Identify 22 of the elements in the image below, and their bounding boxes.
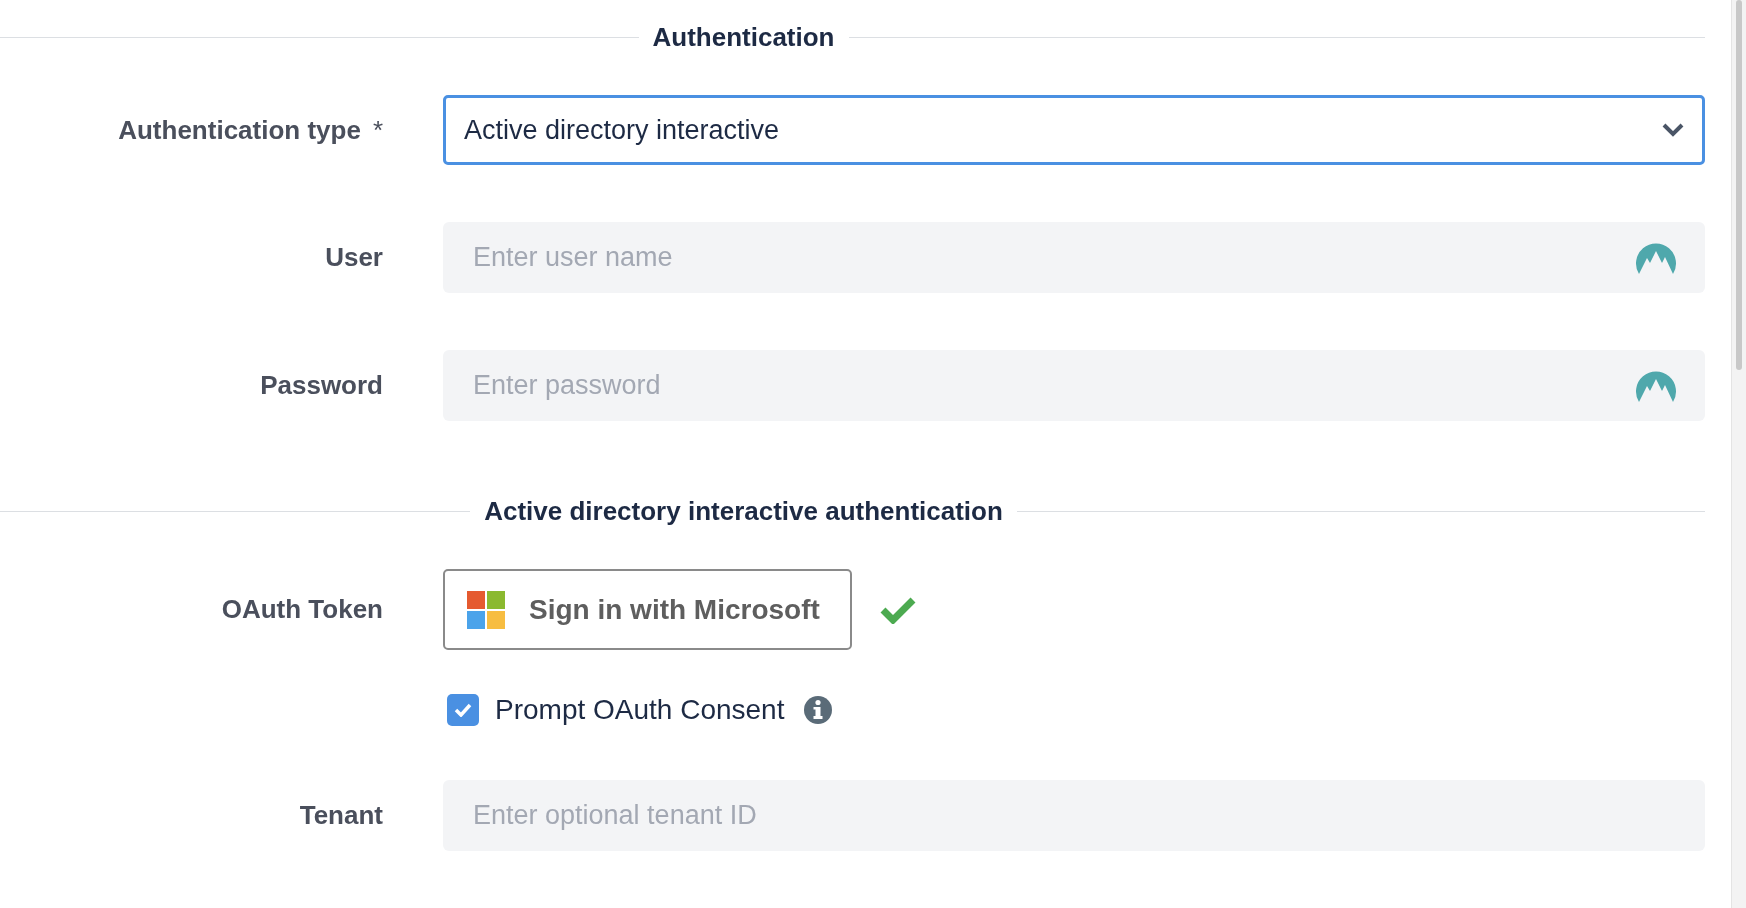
input-field[interactable]: Enter password xyxy=(471,369,1635,402)
field-label: Password xyxy=(259,370,383,401)
field-label: Tenant xyxy=(298,800,383,831)
scrollbar[interactable] xyxy=(1731,0,1746,908)
checkbox[interactable] xyxy=(447,694,479,726)
required-mark: * xyxy=(372,114,383,146)
text-field[interactable]: Enter password xyxy=(443,350,1705,421)
text-field[interactable]: Enter optional tenant ID xyxy=(443,780,1705,851)
field-label: Authentication type xyxy=(118,114,361,146)
section-title: Active directory interactive authentication xyxy=(484,495,1003,527)
sign-in-button[interactable]: Sign in with Microsoft xyxy=(443,569,852,650)
text-field[interactable]: Enter user name xyxy=(443,222,1705,293)
field-label: User xyxy=(324,242,383,273)
select-field[interactable]: Active directory interactive xyxy=(443,95,1705,165)
chevron-down-icon xyxy=(1662,123,1684,137)
input-field[interactable]: Enter user name xyxy=(471,241,1635,274)
windows-logo-icon xyxy=(467,590,505,629)
input-field[interactable]: Enter optional tenant ID xyxy=(471,799,1677,832)
checkbox-label: Prompt OAuth Consent xyxy=(495,694,785,726)
field-label: OAuth Token xyxy=(220,594,383,625)
checkmark-icon xyxy=(454,703,472,717)
section-title: Authentication xyxy=(652,21,835,53)
